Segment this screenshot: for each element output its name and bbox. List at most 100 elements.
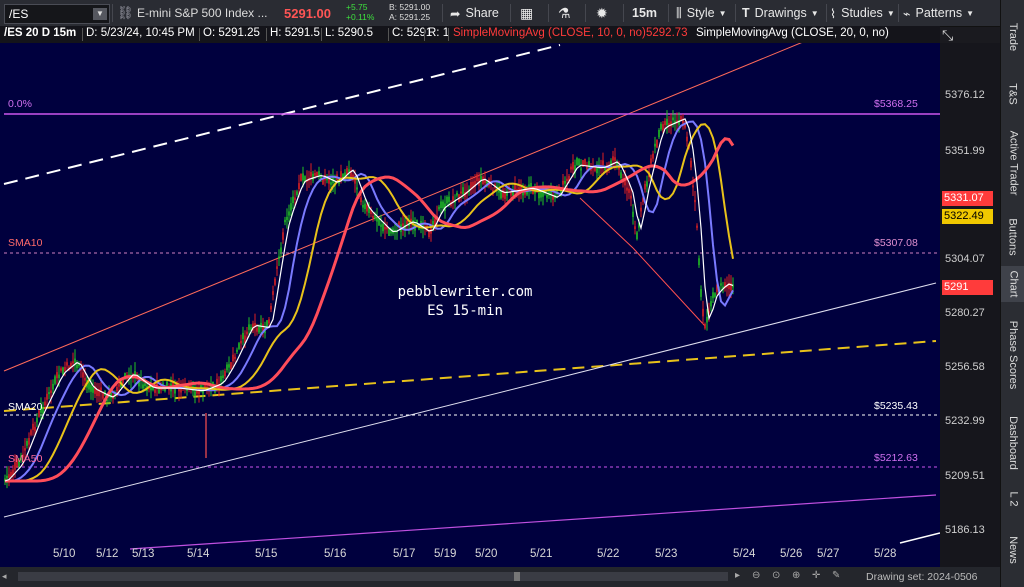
candle-body <box>54 376 56 384</box>
candle-body <box>362 205 364 208</box>
price-chart[interactable]: 0.0% $5368.25 $5307.08 $5235.43 $5212.63… <box>0 43 940 567</box>
blue-moving-average <box>5 120 734 482</box>
sidebar-tab-dashboard[interactable]: Dashboard <box>1001 408 1024 478</box>
date-tick: 5/12 <box>96 548 119 560</box>
symbol-input[interactable]: /ES ▼ <box>4 4 110 24</box>
candle-body <box>538 192 540 199</box>
scrollbar-thumb[interactable] <box>514 572 520 581</box>
sidebar-tab-active-trader[interactable]: Active Trader <box>1001 118 1024 208</box>
calendar-icon[interactable]: ▦ <box>520 0 533 26</box>
crosshair-icon[interactable]: ✛ <box>812 570 820 581</box>
sma10-study-label[interactable]: SimpleMovingAvg (CLOSE, 10, 0, no) <box>453 27 646 39</box>
date-tick: 5/16 <box>324 548 347 560</box>
date-tick: 5/19 <box>434 548 457 560</box>
candle-body <box>220 376 222 382</box>
candle-body <box>228 364 230 368</box>
candle-body <box>268 319 270 324</box>
sma10-study-value: 5292.73 <box>646 27 688 39</box>
bid-ask-block: B: 5291.00 A: 5291.25 <box>389 2 430 22</box>
sidebar-tab-buttons[interactable]: Buttons <box>1001 211 1024 263</box>
sma50-tag: SMA50 <box>8 453 43 465</box>
drawing-set-label[interactable]: Drawing set: 2024-0506 <box>866 571 978 583</box>
candle-body <box>702 308 704 317</box>
zoom-out-icon[interactable]: ⊖ <box>752 570 760 581</box>
candle-body <box>256 327 258 332</box>
horizontal-scrollbar[interactable] <box>18 572 728 581</box>
candle-body <box>552 196 554 200</box>
style-button[interactable]: ⫼ Style ▼ <box>676 0 726 26</box>
sidebar-tab-label: Phase Scores <box>1007 320 1020 390</box>
symbol-dropdown-icon[interactable]: ▼ <box>93 8 107 20</box>
drawing-icon[interactable]: ✎ <box>832 570 840 581</box>
candle-body <box>272 291 274 295</box>
candle-body <box>84 377 86 381</box>
red-channel-line <box>3 43 802 372</box>
candle-body <box>312 173 314 181</box>
sidebar-tab-news[interactable]: News <box>1001 520 1024 580</box>
candle-body <box>248 324 250 330</box>
reset-zoom-icon[interactable]: ⊙ <box>772 570 780 581</box>
candle-body <box>530 183 532 188</box>
candle-body <box>510 192 512 196</box>
date-tick: 5/21 <box>530 548 553 560</box>
sidebar-tab-label: Chart <box>1007 270 1019 298</box>
price-axis[interactable]: 5376.12 5351.99 5304.07 5280.27 5256.58 … <box>940 43 1000 567</box>
candle-body <box>630 195 632 199</box>
interval-button[interactable]: 15m <box>632 0 657 26</box>
candle-body <box>298 183 300 190</box>
date-tick: 5/22 <box>597 548 620 560</box>
date-tick: 5/24 <box>733 548 756 560</box>
candle-body <box>672 117 674 121</box>
studies-button[interactable]: ⌇ Studies ▼ <box>830 0 895 26</box>
symbol-text: /ES <box>9 7 29 21</box>
collapse-icon[interactable]: ⤡ <box>942 27 953 44</box>
candle-body <box>650 158 652 164</box>
date-tick: 5/20 <box>475 548 498 560</box>
sidebar-tab-phase-scores[interactable]: Phase Scores <box>1001 305 1024 405</box>
drawings-icon: T <box>742 6 750 20</box>
candle-body <box>664 121 666 126</box>
candle-body <box>36 417 38 423</box>
sidebar-tab-t-s[interactable]: T&S <box>1001 73 1024 115</box>
sidebar-tab-label: News <box>1007 536 1020 564</box>
zoom-in-icon[interactable]: ⊕ <box>792 570 800 581</box>
candle-body <box>42 407 44 414</box>
purple-rising-trendline <box>129 494 937 550</box>
candle-body <box>242 332 244 340</box>
candle-body <box>656 139 658 148</box>
price-tick: 5280.27 <box>945 307 985 319</box>
candle-body <box>654 143 656 147</box>
candle-body <box>286 216 288 221</box>
candle-body <box>270 305 272 310</box>
sma20-line <box>5 123 734 482</box>
date-tick: 5/15 <box>255 548 278 560</box>
low-value: L: 5290.5 <box>325 27 373 39</box>
level-5212-label: $5212.63 <box>874 452 918 464</box>
price-tick: 5304.07 <box>945 253 985 265</box>
link-icon[interactable]: ⛓ <box>117 0 134 26</box>
sidebar-tab-l-2[interactable]: L 2 <box>1001 481 1024 517</box>
level-5307-label: $5307.08 <box>874 237 918 249</box>
gear-icon[interactable]: ✹ <box>596 0 608 26</box>
candle-body <box>428 231 430 237</box>
flask-icon[interactable]: ⚗ <box>558 0 571 26</box>
candle-body <box>626 187 628 191</box>
share-button[interactable]: ➦ Share <box>450 0 499 26</box>
date-tick: 5/28 <box>874 548 897 560</box>
candle-body <box>636 232 638 240</box>
price-tick: 5186.13 <box>945 524 985 536</box>
sidebar-tab-trade[interactable]: Trade <box>1001 2 1024 72</box>
drawings-button[interactable]: T Drawings ▼ <box>742 0 819 26</box>
studies-icon: ⌇ <box>830 6 837 21</box>
scroll-right-icon[interactable]: ▸ <box>735 570 740 581</box>
scroll-left-icon[interactable]: ◂ <box>2 571 14 583</box>
candle-body <box>48 392 50 395</box>
candle-body <box>594 167 596 171</box>
price-tick: 5256.58 <box>945 361 985 373</box>
patterns-button[interactable]: ⌁ Patterns ▼ <box>903 0 974 26</box>
ask-price: A: 5291.25 <box>389 12 431 22</box>
candle-body <box>438 206 440 210</box>
candle-body <box>290 203 292 211</box>
sma20-study-label[interactable]: SimpleMovingAvg (CLOSE, 20, 0, no) <box>696 27 889 39</box>
sidebar-tab-chart[interactable]: Chart <box>1001 266 1024 302</box>
